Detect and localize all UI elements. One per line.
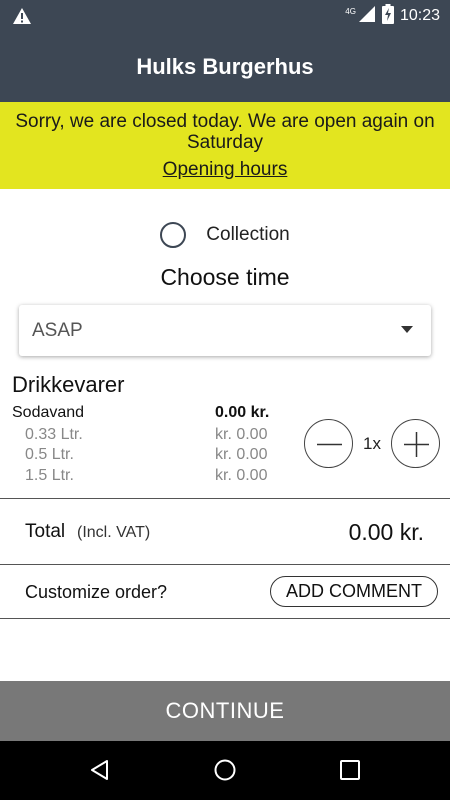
category-title: Drikkevarer [12,372,125,397]
recents-icon[interactable] [338,758,362,787]
battery-charging-icon [381,3,394,29]
collection-option[interactable]: Collection [0,219,450,251]
back-icon[interactable] [88,758,112,787]
warning-icon [12,7,32,30]
variant-size: 0.33 Ltr. [25,426,83,443]
variant-price: kr. 0.00 [215,467,268,484]
time-select-value: ASAP [32,319,83,341]
dropdown-caret-icon [401,326,413,333]
page-title: Hulks Burgerhus [136,54,314,79]
total-vat-note: (Incl. VAT) [77,524,151,541]
customize-order-label: Customize order? [25,582,168,602]
clock: 10:23 [399,7,440,24]
network-type: 4G [345,6,356,16]
signal-icon [358,5,376,28]
variant-price: kr. 0.00 [215,446,268,463]
variant-size: 0.5 Ltr. [25,446,74,463]
continue-button[interactable]: CONTINUE [0,681,450,741]
opening-hours-link[interactable]: Opening hours [163,159,288,181]
decrease-quantity-button[interactable] [304,419,353,468]
increase-quantity-button[interactable] [391,419,440,468]
product-price: 0.00 kr. [215,404,270,421]
app-bar: Hulks Burgerhus [0,32,450,102]
total-amount: 0.00 kr. [348,519,424,545]
variant-price: kr. 0.00 [215,426,268,443]
collection-label: Collection [206,224,290,245]
closed-notice-message: Sorry, we are closed today. We are open … [15,111,435,153]
home-icon[interactable] [213,758,237,787]
quantity-value: 1x [363,434,381,453]
divider [0,564,450,565]
closed-notice-banner: Sorry, we are closed today. We are open … [0,102,450,189]
divider [0,498,450,499]
product-name: Sodavand [12,404,85,421]
system-nav-bar [0,741,450,800]
total-label: Total [25,521,66,542]
collection-radio[interactable] [160,222,187,248]
status-bar: 4G 10:23 [0,0,450,32]
plus-icon [404,432,429,457]
time-select[interactable]: ASAP [19,305,431,356]
add-comment-button[interactable]: ADD COMMENT [270,576,438,607]
divider [0,618,450,619]
variant-size: 1.5 Ltr. [25,467,74,484]
choose-time-heading: Choose time [160,264,290,290]
minus-icon [317,443,342,446]
